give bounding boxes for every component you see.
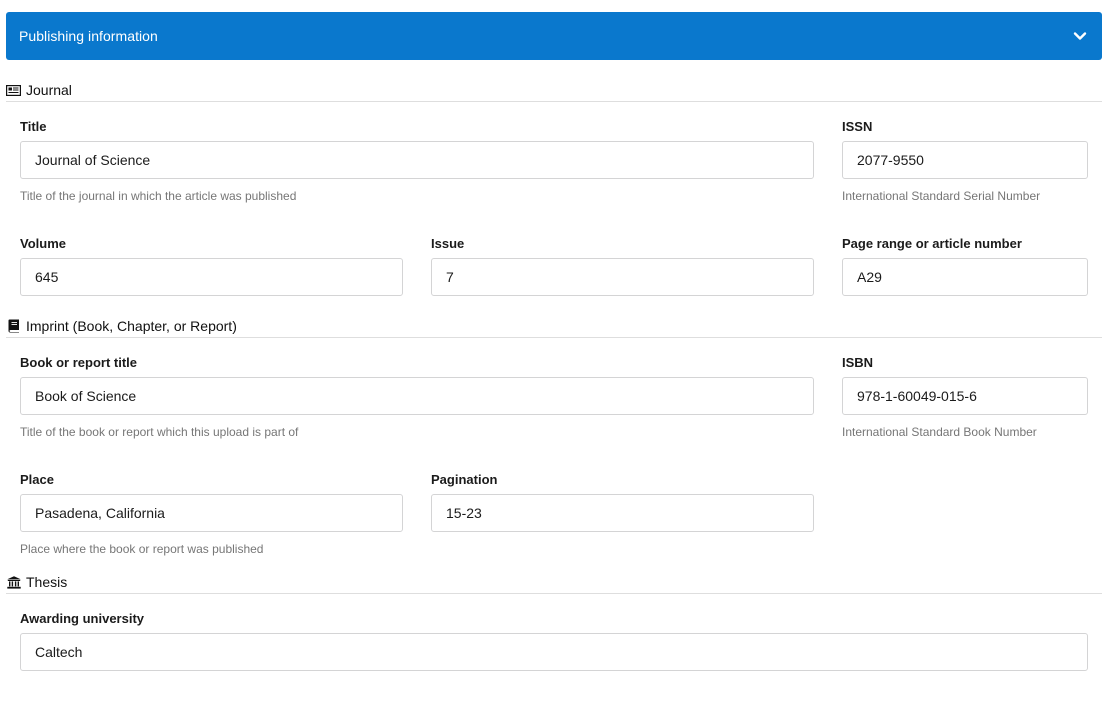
volume-label: Volume bbox=[20, 236, 66, 251]
journal-divider bbox=[6, 101, 1102, 102]
pagination-label: Pagination bbox=[431, 472, 498, 487]
panel-title: Publishing information bbox=[19, 28, 158, 44]
chevron-down-icon[interactable] bbox=[1072, 28, 1088, 44]
issue-input[interactable] bbox=[431, 258, 814, 296]
issn-input[interactable] bbox=[842, 141, 1088, 179]
thesis-divider bbox=[6, 593, 1102, 594]
journal-title-input[interactable] bbox=[20, 141, 814, 179]
journal-section-heading: Journal bbox=[6, 80, 1102, 100]
book-title-help: Title of the book or report which this u… bbox=[20, 425, 299, 439]
book-title-label: Book or report title bbox=[20, 355, 138, 370]
book-title-input[interactable] bbox=[20, 377, 814, 415]
publishing-information-accordion-header[interactable]: Publishing information bbox=[6, 12, 1102, 60]
book-icon bbox=[6, 319, 21, 333]
issn-help: International Standard Serial Number bbox=[842, 189, 1041, 203]
place-input[interactable] bbox=[20, 494, 403, 532]
university-icon bbox=[6, 575, 21, 589]
thesis-section-heading: Thesis bbox=[6, 572, 1102, 592]
volume-input[interactable] bbox=[20, 258, 403, 296]
issn-label: ISSN bbox=[842, 119, 873, 134]
page-range-label: Page range or article number bbox=[842, 236, 1022, 251]
journal-title-help: Title of the journal in which the articl… bbox=[20, 189, 297, 203]
imprint-heading-text: Imprint (Book, Chapter, or Report) bbox=[26, 318, 237, 334]
issue-label: Issue bbox=[431, 236, 465, 251]
isbn-help: International Standard Book Number bbox=[842, 425, 1037, 439]
newspaper-icon bbox=[6, 83, 21, 97]
place-label: Place bbox=[20, 472, 54, 487]
imprint-divider bbox=[6, 337, 1102, 338]
awarding-university-input[interactable] bbox=[20, 633, 1088, 671]
awarding-university-label: Awarding university bbox=[20, 611, 145, 626]
place-help: Place where the book or report was publi… bbox=[20, 542, 264, 556]
imprint-section-heading: Imprint (Book, Chapter, or Report) bbox=[6, 316, 1102, 336]
pagination-input[interactable] bbox=[431, 494, 814, 532]
journal-heading-text: Journal bbox=[26, 82, 72, 98]
thesis-heading-text: Thesis bbox=[26, 574, 68, 590]
isbn-input[interactable] bbox=[842, 377, 1088, 415]
isbn-label: ISBN bbox=[842, 355, 874, 370]
journal-title-label: Title bbox=[20, 119, 47, 134]
page-range-input[interactable] bbox=[842, 258, 1088, 296]
